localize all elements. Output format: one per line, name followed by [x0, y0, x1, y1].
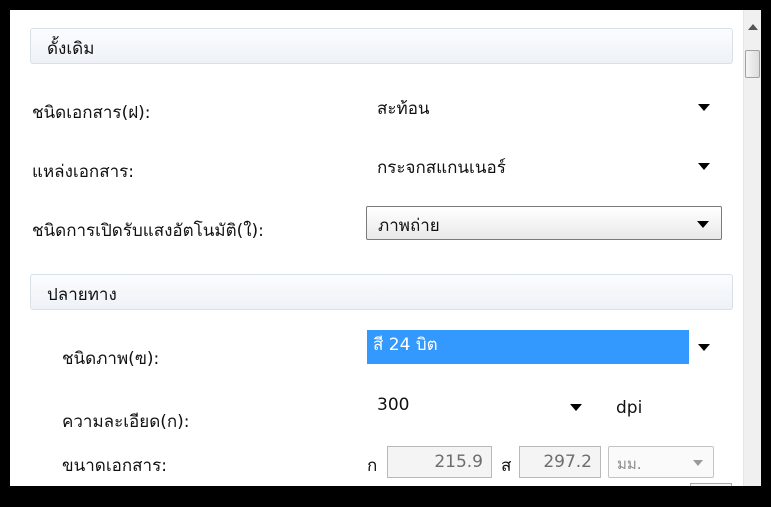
size-width-label: ก [367, 456, 378, 476]
size-unit-select[interactable]: มม. [608, 446, 714, 478]
chevron-down-icon [570, 404, 582, 411]
scan-settings-panel: ดั้งเดิม ชนิดเอกสาร(ฝ): สะท้อน แหล่งเอกส… [10, 10, 761, 486]
section-destination-header[interactable]: ปลายทาง [30, 274, 733, 310]
auto-exposure-value: ภาพถ่าย [378, 216, 440, 236]
next-control-edge [690, 483, 732, 486]
section-original-title: ดั้งเดิม [47, 39, 95, 59]
document-type-label: ชนิดเอกสาร(ฝ): [32, 103, 151, 123]
document-type-select[interactable]: สะท้อน [366, 90, 722, 124]
size-height-label: ส [501, 456, 512, 476]
chevron-down-icon [698, 163, 710, 170]
document-size-label: ขนาดเอกสาร: [62, 456, 167, 476]
scrollbar-thumb[interactable] [745, 50, 760, 78]
document-type-value: สะท้อน [377, 99, 430, 119]
image-type-label: ชนิดภาพ(ฃ): [62, 349, 160, 369]
document-source-value: กระจกสแกนเนอร์ [377, 158, 506, 178]
image-type-value: สี 24 บิต [367, 330, 689, 364]
size-unit-value: มม. [617, 455, 642, 473]
section-original-header[interactable]: ดั้งเดิม [30, 28, 733, 64]
chevron-down-icon [698, 344, 710, 351]
resolution-select[interactable]: 300 [366, 390, 594, 424]
chevron-down-icon [698, 104, 710, 111]
resolution-label: ความละเอียด(ก): [62, 412, 190, 432]
section-destination-title: ปลายทาง [47, 285, 117, 305]
image-type-select[interactable]: สี 24 บิต [366, 330, 722, 364]
chevron-down-icon [693, 460, 703, 466]
resolution-value: 300 [377, 395, 410, 415]
vertical-scrollbar[interactable] [743, 10, 761, 486]
document-source-select[interactable]: กระจกสแกนเนอร์ [366, 149, 722, 183]
settings-content: ดั้งเดิม ชนิดเอกสาร(ฝ): สะท้อน แหล่งเอกส… [10, 10, 735, 486]
resolution-unit: dpi [616, 398, 643, 418]
chevron-down-icon [697, 221, 709, 228]
size-width-field[interactable]: 215.9 [387, 446, 492, 478]
auto-exposure-label: ชนิดการเปิดรับแสงอัตโนมัติ(ใ): [32, 221, 264, 241]
auto-exposure-select[interactable]: ภาพถ่าย [366, 206, 722, 240]
document-source-label: แหล่งเอกสาร: [32, 162, 134, 182]
scroll-up-icon[interactable] [748, 24, 758, 30]
size-height-field[interactable]: 297.2 [519, 446, 601, 478]
